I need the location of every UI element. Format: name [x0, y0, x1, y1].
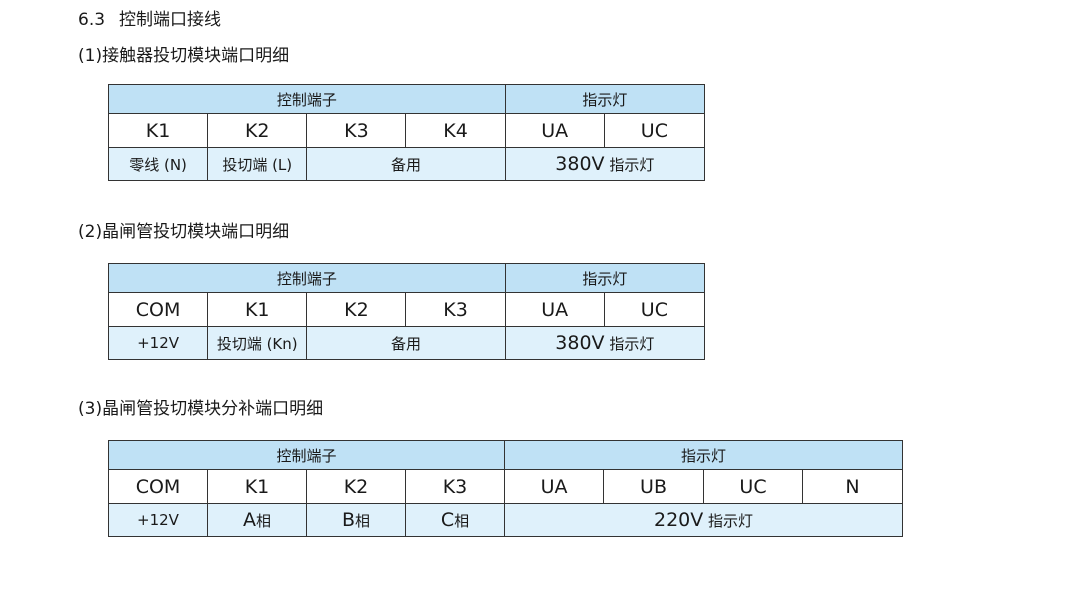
com-voltage-desc: +12V [107, 326, 209, 360]
terminal-code: K2 [306, 469, 406, 504]
terminal-code: K2 [207, 113, 308, 148]
com-voltage-desc: +12V [108, 503, 208, 537]
indicator-label: 指示灯 [708, 512, 754, 530]
indicator-desc: 380V 指示灯 [504, 147, 706, 181]
terminal-code: K2 [306, 292, 407, 327]
control-terminals-header: 控制端子 [108, 263, 506, 293]
table-3-caption: (3)晶闸管投切模块分补端口明细 [78, 399, 324, 419]
table-header-row: 控制端子 指示灯 [108, 84, 706, 114]
indicator-voltage: 380V [555, 332, 605, 354]
terminal-code: UC [703, 469, 804, 504]
phase-label: 相 [454, 512, 470, 530]
terminal-code-row: COM K1 K2 K3 UA UC [107, 292, 706, 327]
terminal-code: UA [504, 469, 605, 504]
terminal-code: UA [504, 113, 605, 148]
indicator-desc: 380V 指示灯 [504, 326, 706, 360]
control-terminals-header: 控制端子 [108, 84, 506, 114]
phase-c-desc: C相 [404, 503, 506, 537]
indicator-label: 指示灯 [609, 335, 655, 353]
terminal-code: K3 [405, 292, 506, 327]
terminal-desc-row: +12V A相 B相 C相 220V 指示灯 [108, 503, 904, 537]
phase-letter: A [242, 509, 256, 531]
table-header-row: 控制端子 指示灯 [107, 440, 904, 470]
table-header-row: 控制端子 指示灯 [108, 263, 706, 293]
terminal-code: N [802, 469, 904, 504]
terminal-code: COM [108, 469, 208, 504]
table-2-caption: (2)晶闸管投切模块端口明细 [78, 222, 290, 242]
indicator-header: 指示灯 [504, 84, 706, 114]
spare-desc: 备用 [306, 326, 506, 360]
indicator-voltage: 380V [555, 153, 605, 175]
terminal-desc-row: 零线 (N) 投切端 (L) 备用 380V 指示灯 [107, 147, 706, 181]
switching-desc: 投切端 (Kn) [207, 326, 308, 360]
terminal-code: UB [603, 469, 705, 504]
section-number: 6.3 [78, 10, 106, 30]
indicator-header: 指示灯 [504, 440, 904, 470]
indicator-desc: 220V 指示灯 [504, 503, 904, 537]
section-heading: 6.3 控制端口接线 [78, 9, 221, 31]
indicator-header: 指示灯 [504, 263, 706, 293]
terminal-code: K1 [107, 113, 209, 148]
terminal-code: UA [504, 292, 605, 327]
phase-letter: B [341, 509, 356, 531]
terminal-code: K3 [306, 113, 407, 148]
switching-desc: 投切端 (L) [207, 147, 308, 181]
phase-letter: C [440, 509, 455, 531]
terminal-code: K3 [404, 469, 506, 504]
indicator-label: 指示灯 [609, 156, 655, 174]
table-1-caption: (1)接触器投切模块端口明细 [78, 46, 290, 66]
indicator-voltage: 220V [653, 509, 704, 531]
thyristor-split-port-table: 控制端子 指示灯 COM K1 K2 K3 UA UB UC N +12V A相… [107, 440, 904, 537]
terminal-code-row: COM K1 K2 K3 UA UB UC N [108, 469, 904, 504]
phase-label: 相 [255, 512, 271, 530]
terminal-code: COM [107, 292, 209, 327]
terminal-desc-row: +12V 投切端 (Kn) 备用 380V 指示灯 [107, 326, 706, 360]
phase-label: 相 [355, 512, 371, 530]
spare-desc: 备用 [306, 147, 506, 181]
terminal-code: K1 [207, 292, 308, 327]
control-terminals-header: 控制端子 [107, 440, 506, 470]
terminal-code: K4 [405, 113, 506, 148]
contactor-port-table: 控制端子 指示灯 K1 K2 K3 K4 UA UC 零线 (N) 投切端 (L… [107, 84, 706, 181]
phase-a-desc: A相 [207, 503, 307, 537]
thyristor-port-table: 控制端子 指示灯 COM K1 K2 K3 UA UC +12V 投切端 (Kn… [107, 263, 706, 360]
terminal-code-row: K1 K2 K3 K4 UA UC [107, 113, 706, 148]
neutral-desc: 零线 (N) [107, 147, 209, 181]
phase-b-desc: B相 [306, 503, 406, 537]
section-title: 控制端口接线 [119, 10, 222, 30]
terminal-code: UC [603, 292, 706, 327]
terminal-code: UC [603, 113, 706, 148]
terminal-code: K1 [207, 469, 307, 504]
